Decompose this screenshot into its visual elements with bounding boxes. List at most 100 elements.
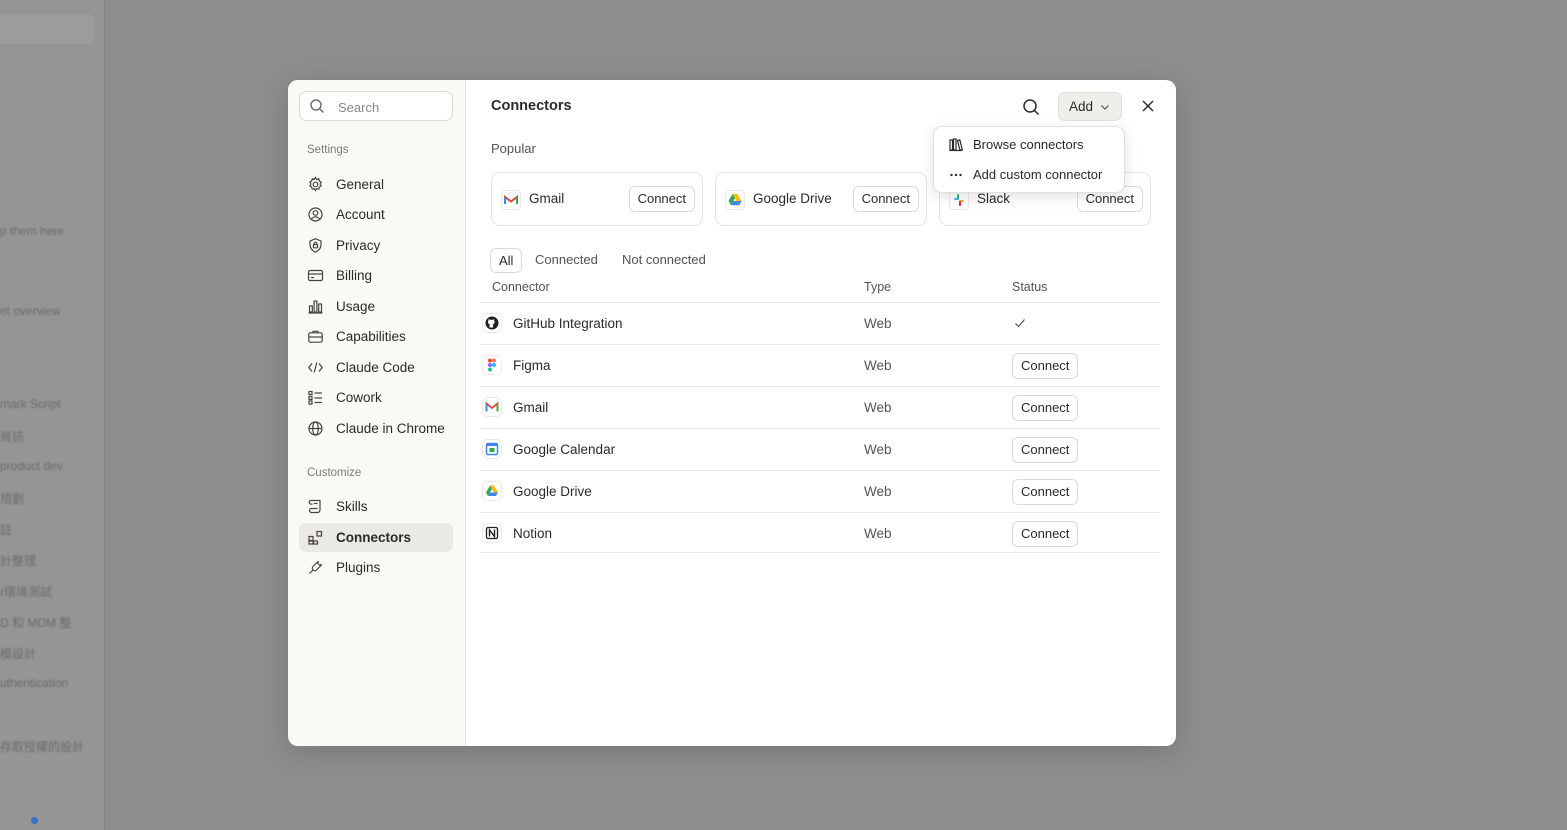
table-row[interactable]: GitHub Integration Web — [480, 302, 1160, 344]
background-text: et overview — [0, 304, 61, 318]
section-title-customize: Customize — [307, 467, 362, 479]
sidebar-item-privacy[interactable]: Privacy — [299, 231, 453, 260]
connect-button[interactable]: Connect — [1012, 353, 1079, 379]
sidebar-item-label: Privacy — [336, 238, 381, 253]
sidebar-item-label: Cowork — [336, 390, 382, 405]
sidebar-search-input[interactable] — [336, 97, 450, 117]
table-row[interactable]: Gmail Web Connect — [480, 386, 1160, 428]
sidebar-item-usage[interactable]: Usage — [299, 292, 453, 321]
background-text: 規劃 — [0, 492, 25, 506]
plug-icon — [309, 560, 323, 574]
table-row[interactable]: Google Drive Web Connect — [480, 470, 1160, 512]
add-dropdown-menu: Browse connectors Add custom connector — [933, 126, 1125, 193]
google-drive-icon — [482, 481, 502, 501]
table-row[interactable]: Google Calendar Web Connect — [480, 428, 1160, 470]
sidebar-item-account[interactable]: Account — [299, 200, 453, 229]
menu-item-browse-connectors[interactable]: Browse connectors — [940, 131, 1118, 159]
connector-name: Gmail — [513, 400, 549, 415]
briefcase-icon — [308, 330, 323, 343]
connect-button[interactable]: Connect — [628, 186, 695, 212]
sidebar-item-label: Skills — [336, 499, 368, 514]
menu-item-add-custom-connector[interactable]: Add custom connector — [940, 161, 1118, 189]
tab-not-connected[interactable]: Not connected — [614, 248, 714, 273]
table-row[interactable]: Notion Web Connect — [480, 512, 1160, 554]
github-icon — [482, 313, 502, 333]
notion-icon — [482, 523, 502, 543]
sidebar-search[interactable] — [299, 91, 453, 121]
google-drive-icon — [725, 190, 745, 210]
page-title: Connectors — [491, 98, 572, 114]
popular-card-name: Google Drive — [753, 191, 832, 206]
library-icon — [949, 138, 963, 152]
figma-icon — [482, 355, 502, 375]
background-sidebar: p them here et overview mark Script 資訊 p… — [0, 0, 105, 830]
add-button[interactable]: Add — [1058, 92, 1122, 121]
connector-type: Web — [864, 358, 892, 373]
background-status-dot — [31, 817, 38, 824]
background-text: r環境測試 — [0, 585, 52, 599]
connect-button[interactable]: Connect — [1012, 395, 1079, 421]
sidebar-item-connectors[interactable]: Connectors — [299, 523, 453, 552]
sidebar-item-cowork[interactable]: Cowork — [299, 383, 453, 412]
sidebar-item-skills[interactable]: Skills — [299, 492, 453, 521]
slack-icon — [949, 190, 969, 210]
column-header-connector: Connector — [492, 280, 550, 294]
popular-card-name: Slack — [977, 191, 1011, 206]
settings-sidebar: Settings General Account Privacy Billing… — [288, 80, 466, 746]
sidebar-item-capabilities[interactable]: Capabilities — [299, 322, 453, 351]
sidebar-item-label: Usage — [336, 299, 376, 314]
connect-button[interactable]: Connect — [1012, 521, 1079, 547]
tab-all[interactable]: All — [490, 248, 523, 273]
popular-card-gmail: Gmail Connect — [491, 172, 703, 226]
sidebar-item-label: Connectors — [336, 530, 412, 545]
credit-card-icon — [307, 269, 324, 282]
sidebar-item-general[interactable]: General — [299, 170, 453, 199]
connector-type: Web — [864, 526, 892, 541]
bar-chart-icon — [308, 300, 323, 314]
section-title-settings: Settings — [307, 144, 349, 156]
background-text: p them here — [0, 224, 65, 238]
popular-card-google-drive: Google Drive Connect — [715, 172, 927, 226]
gear-icon — [309, 176, 322, 192]
sidebar-item-label: Claude Code — [336, 360, 415, 375]
more-horizontal-icon — [950, 173, 962, 177]
globe-icon — [308, 421, 323, 436]
sidebar-item-billing[interactable]: Billing — [299, 261, 453, 290]
column-header-type: Type — [864, 280, 892, 294]
search-icon — [310, 99, 324, 113]
connector-name: Figma — [513, 358, 551, 373]
popular-heading: Popular — [491, 141, 536, 156]
table-row[interactable]: Figma Web Connect — [480, 344, 1160, 386]
sidebar-item-plugins[interactable]: Plugins — [299, 553, 453, 582]
menu-item-label: Add custom connector — [973, 167, 1103, 182]
scroll-icon — [308, 499, 321, 514]
code-icon — [308, 362, 323, 373]
close-icon[interactable] — [1139, 97, 1157, 115]
sidebar-item-claude-in-chrome[interactable]: Claude in Chrome — [299, 414, 453, 443]
connector-type: Web — [864, 316, 892, 331]
popular-card-name: Gmail — [529, 191, 565, 206]
tab-connected[interactable]: Connected — [527, 248, 606, 273]
connector-type: Web — [864, 442, 892, 457]
background-new-chat-pill — [0, 14, 95, 44]
table-divider — [480, 552, 1160, 553]
search-icon[interactable] — [1020, 96, 1042, 118]
connector-name: Google Calendar — [513, 442, 616, 457]
background-text: mark Script — [0, 397, 61, 411]
sidebar-item-label: General — [336, 177, 385, 192]
sidebar-item-label: Claude in Chrome — [336, 421, 445, 436]
connect-button[interactable]: Connect — [1012, 437, 1079, 463]
menu-item-label: Browse connectors — [973, 137, 1084, 152]
list-icon — [308, 390, 322, 405]
add-button-label: Add — [1069, 99, 1094, 114]
connector-type: Web — [864, 400, 892, 415]
sidebar-item-label: Billing — [336, 268, 373, 283]
connect-button[interactable]: Connect — [1012, 479, 1079, 505]
background-text: 存取授權的設計 — [0, 740, 85, 754]
sidebar-item-claude-code[interactable]: Claude Code — [299, 353, 453, 382]
connect-button[interactable]: Connect — [852, 186, 919, 212]
sidebar-item-label: Account — [336, 207, 385, 222]
connectors-icon — [308, 530, 323, 545]
background-text: 資訊 — [0, 430, 25, 444]
connector-type: Web — [864, 484, 892, 499]
